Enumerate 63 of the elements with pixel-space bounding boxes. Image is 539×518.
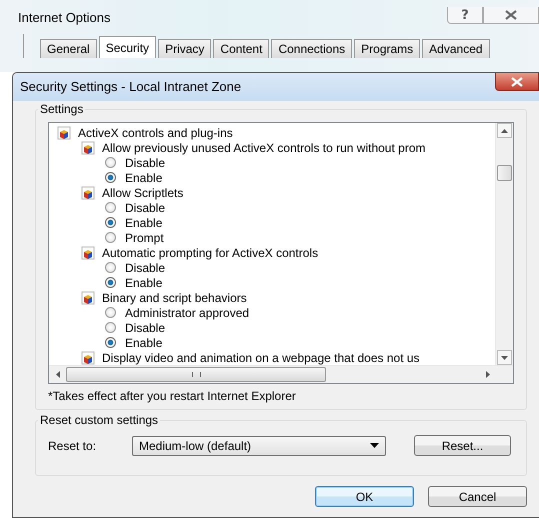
cancel-button[interactable]: Cancel — [428, 486, 527, 507]
scroll-thumb[interactable] — [497, 165, 512, 181]
window-title: Security Settings - Local Intranet Zone — [19, 78, 242, 96]
up-arrow-icon — [501, 128, 508, 132]
settings-icon — [81, 140, 95, 154]
option-label: Disable — [125, 320, 166, 334]
setting-label: Binary and script behaviors — [102, 290, 247, 304]
category-label: ActiveX controls and plug-ins — [78, 126, 233, 140]
tab[interactable]: Security — [98, 36, 156, 58]
radio-button[interactable] — [105, 307, 116, 318]
option-label: Disable — [125, 156, 166, 170]
radio-button[interactable] — [105, 277, 116, 288]
scroll-thumb[interactable] — [66, 367, 326, 382]
close-icon — [510, 76, 524, 86]
tab[interactable]: General — [40, 39, 97, 58]
option-label: Enable — [125, 276, 162, 290]
radio-button[interactable] — [105, 172, 116, 183]
option-label: Enable — [125, 336, 162, 350]
radio-button[interactable] — [105, 232, 116, 243]
radio-button[interactable] — [105, 337, 116, 348]
option-label: Disable — [125, 260, 166, 274]
settings-icon — [81, 246, 95, 260]
option-label: Administrator approved — [125, 306, 250, 320]
tab[interactable]: Content — [213, 39, 270, 58]
horizontal-scrollbar[interactable] — [49, 365, 513, 383]
radio-button[interactable] — [105, 217, 116, 228]
tab[interactable]: Privacy — [158, 39, 212, 58]
close-icon — [504, 10, 518, 20]
tab[interactable]: Connections — [271, 39, 352, 58]
option-label: Enable — [125, 170, 162, 184]
group-label: Settings — [38, 102, 86, 116]
note-text: *Takes effect after you restart Internet Explorer — [48, 389, 297, 403]
right-arrow-icon — [486, 371, 490, 378]
setting-label: Allow previously unused ActiveX controls to run without prom — [102, 140, 426, 154]
level-dropdown[interactable]: Medium-low (default) — [132, 436, 386, 456]
ok-button[interactable]: OK — [315, 486, 414, 507]
close-button[interactable] — [495, 73, 539, 91]
caret-icon — [370, 443, 379, 448]
reset-button[interactable]: Reset... — [414, 435, 511, 456]
radio-button[interactable] — [105, 262, 116, 273]
radio-button[interactable] — [105, 322, 116, 333]
setting-label: Automatic prompting for ActiveX controls — [102, 246, 318, 260]
setting-label: Allow Scriptlets — [102, 186, 184, 200]
option-label: Prompt — [125, 230, 164, 244]
group-label: Reset custom settings — [38, 413, 160, 427]
setting-label: Display video and animation on a webpage that does not us — [102, 350, 420, 364]
settings-icon — [81, 186, 95, 200]
reset-to-label: Reset to: — [48, 438, 98, 452]
window-title: Internet Options — [17, 9, 110, 27]
close-button[interactable] — [483, 7, 539, 24]
settings-icon — [81, 350, 95, 364]
tab[interactable]: Advanced — [422, 39, 490, 58]
settings-icon — [81, 290, 95, 304]
option-label: Enable — [125, 216, 162, 230]
radio-button[interactable] — [105, 157, 116, 168]
option-label: Disable — [125, 200, 166, 214]
down-arrow-icon — [501, 356, 508, 360]
settings-icon — [57, 126, 71, 140]
tab[interactable]: Programs — [354, 39, 420, 58]
radio-button[interactable] — [105, 202, 116, 213]
help-button[interactable]: ? — [447, 7, 483, 24]
left-arrow-icon — [56, 371, 60, 378]
vertical-scrollbar[interactable] — [495, 123, 513, 365]
